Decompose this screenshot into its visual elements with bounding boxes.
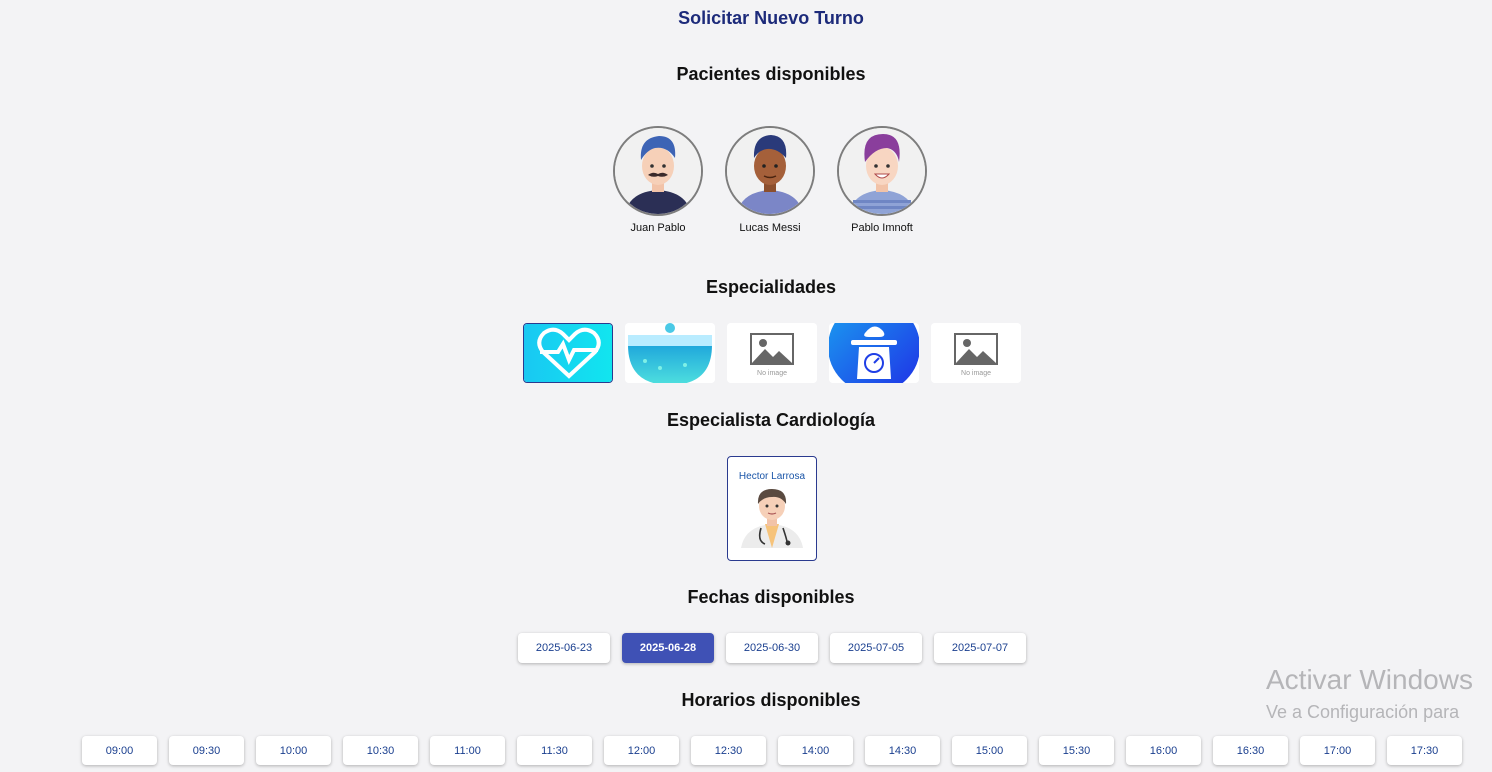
time-option[interactable]: 14:30	[865, 736, 940, 765]
time-option[interactable]: 11:30	[517, 736, 592, 765]
specialty-list: No image No image	[523, 323, 1021, 383]
time-option[interactable]: 10:30	[343, 736, 418, 765]
heart-pulse-icon	[524, 324, 612, 382]
time-option[interactable]: 09:30	[169, 736, 244, 765]
time-option[interactable]: 10:00	[256, 736, 331, 765]
time-option[interactable]: 14:00	[778, 736, 853, 765]
time-option[interactable]: 12:00	[604, 736, 679, 765]
windows-activation-watermark: Activar Windows Ve a Configuración para	[1266, 664, 1473, 723]
page-title: Solicitar Nuevo Turno	[678, 8, 864, 28]
doctor-name: Hector Larrosa	[738, 471, 806, 482]
patient-name: Pablo Imnoft	[851, 222, 913, 234]
time-option[interactable]: 16:00	[1126, 736, 1201, 765]
doctor-avatar-icon	[741, 489, 803, 548]
time-option[interactable]: 12:30	[691, 736, 766, 765]
doctor-card-hector-larrosa[interactable]: Hector Larrosa	[727, 456, 817, 561]
specialty-5[interactable]: No image	[931, 323, 1021, 383]
no-image-caption: No image	[961, 370, 991, 377]
patient-name: Juan Pablo	[630, 222, 686, 234]
patient-avatar-mustache-icon	[613, 126, 703, 216]
watermark-line-1: Activar Windows	[1266, 664, 1473, 695]
patient-avatar-purple-hair-icon	[837, 126, 927, 216]
time-option[interactable]: 16:30	[1213, 736, 1288, 765]
date-option[interactable]: 2025-06-23	[518, 633, 610, 663]
dates-heading: Fechas disponibles	[687, 587, 855, 607]
specialist-heading: Especialista Cardiología	[666, 410, 876, 430]
patient-card-juan-pablo[interactable]: Juan Pablo	[613, 126, 703, 234]
specialty-4[interactable]	[829, 323, 919, 383]
specialty-3[interactable]: No image	[727, 323, 817, 383]
watermark-line-2: Ve a Configuración para	[1266, 702, 1460, 722]
time-option[interactable]: 11:00	[430, 736, 505, 765]
bowl-icon	[625, 323, 715, 383]
date-option[interactable]: 2025-07-07	[934, 633, 1026, 663]
specialty-cardiology[interactable]	[523, 323, 613, 383]
specialty-2[interactable]	[625, 323, 715, 383]
no-image-caption: No image	[757, 370, 787, 377]
patient-card-lucas-messi[interactable]: Lucas Messi	[725, 126, 815, 234]
patient-list: Juan Pablo Lucas Messi Pablo Imnoft	[613, 126, 927, 234]
date-option[interactable]: 2025-06-30	[726, 633, 818, 663]
time-option[interactable]: 09:00	[82, 736, 157, 765]
time-list: 09:00 09:30 10:00 10:30 11:00 11:30 12:0…	[82, 736, 1462, 765]
baby-scale-icon	[829, 323, 919, 383]
time-option[interactable]: 15:00	[952, 736, 1027, 765]
patient-avatar-dark-skin-icon	[725, 126, 815, 216]
date-option[interactable]: 2025-07-05	[830, 633, 922, 663]
time-option[interactable]: 15:30	[1039, 736, 1114, 765]
time-option[interactable]: 17:30	[1387, 736, 1462, 765]
patients-heading: Pacientes disponibles	[676, 64, 866, 84]
patient-name: Lucas Messi	[739, 222, 801, 234]
patient-card-pablo-imnoft[interactable]: Pablo Imnoft	[837, 126, 927, 234]
date-option-selected[interactable]: 2025-06-28	[622, 633, 714, 663]
time-option[interactable]: 17:00	[1300, 736, 1375, 765]
date-list: 2025-06-23 2025-06-28 2025-06-30 2025-07…	[518, 633, 1026, 663]
specialties-heading: Especialidades	[705, 277, 837, 297]
